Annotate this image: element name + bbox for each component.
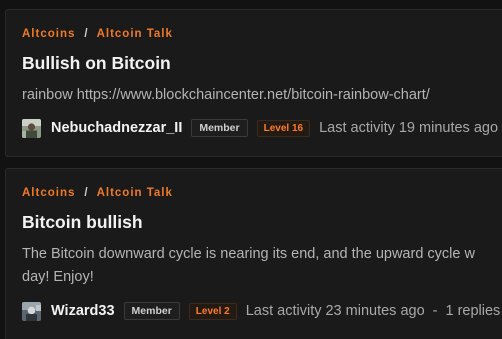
breadcrumb: Altcoins / Altcoin Talk [22, 187, 173, 199]
post-feed: Altcoins / Altcoin Talk Bullish on Bitcoin… [0, 0, 502, 339]
user-avatar-icon[interactable] [22, 301, 41, 321]
post-excerpt-line: The Bitcoin downward cycle is nearing it… [22, 246, 475, 262]
post-excerpt: The Bitcoin downward cycle is nearing it… [22, 243, 502, 289]
level-badge: Level 2 [188, 302, 237, 320]
meta-separator: - [432, 303, 438, 319]
post-excerpt-line: day! Enjoy! [22, 269, 94, 285]
breadcrumb-separator: / [84, 187, 88, 199]
breadcrumb-category-link[interactable]: Altcoins [22, 28, 75, 40]
reply-count[interactable]: 1 replies [446, 303, 501, 319]
user-avatar-icon[interactable] [22, 118, 41, 138]
breadcrumb-category-link[interactable]: Altcoins [22, 187, 75, 199]
last-activity: Last activity 23 minutes ago [245, 303, 425, 319]
member-badge: Member [123, 302, 180, 320]
breadcrumb-subcategory-link[interactable]: Altcoin Talk [97, 28, 173, 40]
breadcrumb: Altcoins / Altcoin Talk [22, 28, 173, 40]
author-username[interactable]: Wizard33 [51, 303, 115, 319]
post-card[interactable]: Altcoins / Altcoin Talk Bitcoin bullish Th… [5, 168, 502, 339]
post-title[interactable]: Bitcoin bullish [22, 212, 143, 233]
last-activity: Last activity 19 minutes ago [319, 120, 499, 136]
author-username[interactable]: Nebuchadnezzar_II [51, 120, 182, 136]
level-badge: Level 16 [256, 119, 311, 137]
post-title[interactable]: Bullish on Bitcoin [22, 53, 171, 74]
post-meta: Wizard33 Member Level 2 Last activity 23… [22, 300, 500, 322]
member-badge: Member [191, 119, 248, 137]
post-card[interactable]: Altcoins / Altcoin Talk Bullish on Bitcoin… [5, 9, 502, 157]
post-meta: Nebuchadnezzar_II Member Level 16 Last a… [22, 117, 498, 139]
post-excerpt: rainbow https://www.blockchaincenter.net… [22, 87, 430, 103]
breadcrumb-subcategory-link[interactable]: Altcoin Talk [97, 187, 173, 199]
breadcrumb-separator: / [84, 28, 88, 40]
